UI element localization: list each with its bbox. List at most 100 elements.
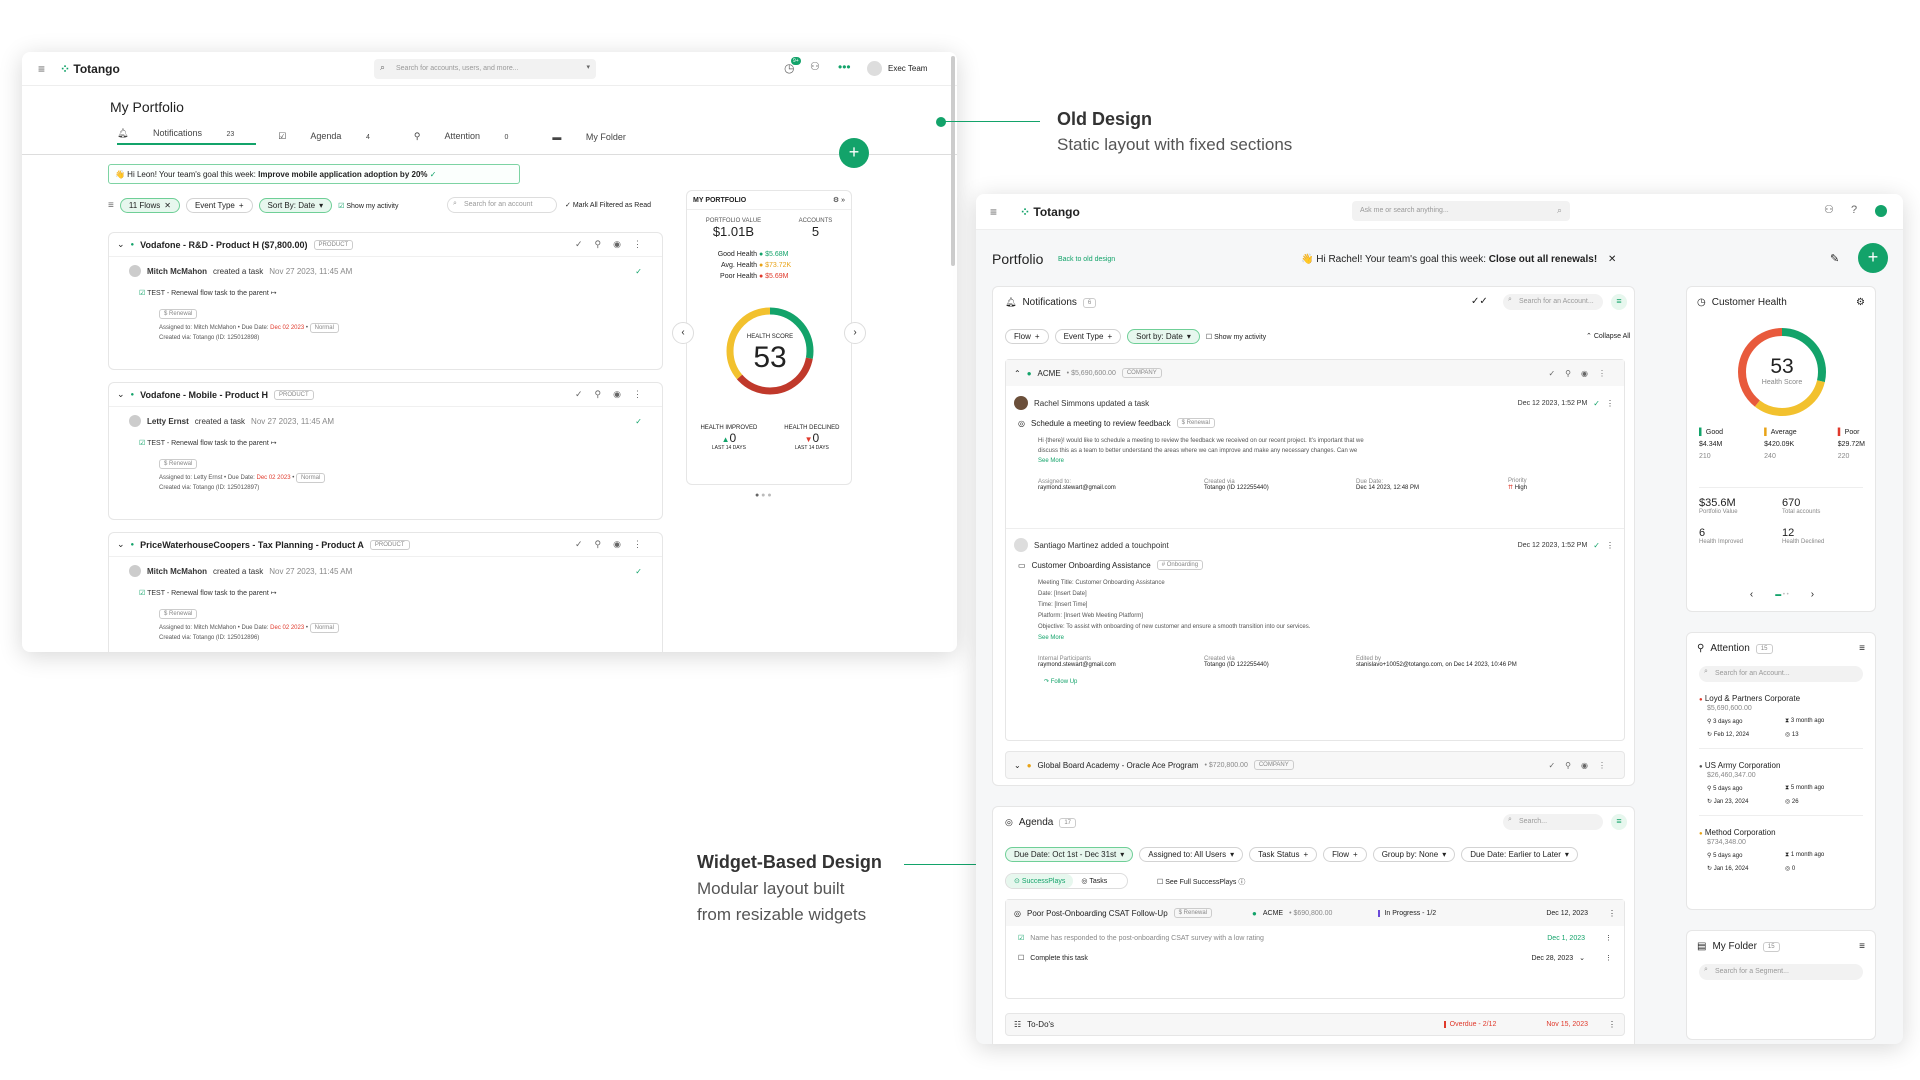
- group-actions[interactable]: ✓⚲◉⋮: [1548, 369, 1616, 378]
- edit-icon[interactable]: ✎: [1830, 252, 1839, 265]
- help-icon[interactable]: ?: [1851, 205, 1857, 216]
- sort-filter[interactable]: Sort By: Date ▾: [258, 198, 333, 213]
- event-type-filter[interactable]: Event Type +: [1054, 329, 1122, 344]
- card-actions[interactable]: ✓⚲◉⋮: [575, 539, 654, 550]
- add-user-icon[interactable]: ⚇: [810, 62, 820, 73]
- settings-icon[interactable]: ⚙: [1856, 297, 1865, 308]
- menu-icon[interactable]: ≡: [990, 206, 997, 218]
- chevron-down-icon[interactable]: ⌄: [1014, 761, 1021, 770]
- collapse-all-button[interactable]: ⌃ Collapse All: [1586, 332, 1630, 340]
- tab-attention[interactable]: ⚲ Attention 0: [414, 131, 531, 142]
- segment-search-input[interactable]: ⌕ Search for a Segment...: [1699, 964, 1863, 980]
- task-status-filter[interactable]: Task Status +: [1249, 847, 1318, 862]
- see-more-link[interactable]: See More: [1038, 633, 1614, 644]
- tasks-tab[interactable]: ◎ Tasks: [1073, 874, 1127, 888]
- global-board-group[interactable]: ⌄ ● Global Board Academy - Oracle Ace Prog…: [1005, 751, 1625, 779]
- checkbox-icon[interactable]: ☐: [1018, 954, 1024, 962]
- successplays-tab[interactable]: ⊙ SuccessPlays: [1006, 874, 1074, 888]
- pager-dots[interactable]: ▬ • •: [1775, 592, 1789, 598]
- event-type-filter[interactable]: Event Type +: [185, 198, 253, 213]
- double-check-icon[interactable]: ✓✓: [1471, 296, 1488, 307]
- card-header[interactable]: ⌄ ● PriceWaterhouseCoopers - Tax Planning …: [109, 533, 662, 557]
- show-activity-checkbox[interactable]: ☑ Show my activity: [338, 202, 398, 210]
- more-icon[interactable]: ⋮: [1608, 909, 1616, 918]
- carousel-dots[interactable]: ● ● ●: [755, 492, 772, 499]
- next-arrow-icon[interactable]: ›: [1811, 589, 1814, 600]
- flow-filter[interactable]: Flow +: [1005, 329, 1049, 344]
- check-icon[interactable]: ✓: [635, 267, 642, 276]
- user-name[interactable]: Exec Team: [888, 64, 927, 73]
- card-actions[interactable]: ✓⚲◉⋮: [575, 239, 654, 250]
- prev-arrow-button[interactable]: ‹: [672, 322, 694, 344]
- chevron-down-icon[interactable]: ⌄: [117, 239, 125, 250]
- checked-checkbox-icon[interactable]: ☑: [1018, 934, 1024, 942]
- card-header[interactable]: ⌄ ● Vodafone - Mobile - Product H PRODUCT ✓⚲…: [109, 383, 662, 407]
- chevron-down-icon[interactable]: ▾: [586, 64, 590, 71]
- filter-icon[interactable]: ≡: [1611, 814, 1627, 830]
- flow-filter[interactable]: Flow +: [1323, 847, 1367, 862]
- avatar[interactable]: [867, 61, 882, 76]
- back-to-old-link[interactable]: Back to old design: [1058, 256, 1115, 263]
- more-icon[interactable]: ⋮: [1605, 934, 1612, 942]
- todo-row[interactable]: ☷ To-Do's Overdue - 2/12 Nov 15, 2023 ⋮: [1005, 1013, 1625, 1036]
- apps-icon[interactable]: •••: [838, 60, 851, 74]
- add-button[interactable]: +: [839, 138, 869, 168]
- sort-filter[interactable]: Due Date: Earlier to Later ▾: [1461, 847, 1578, 862]
- show-activity-checkbox[interactable]: ☐ Show my activity: [1206, 333, 1266, 341]
- check-icon[interactable]: ✓: [635, 567, 642, 576]
- flows-filter[interactable]: 11 Flows ✕: [119, 198, 180, 213]
- chevron-down-icon[interactable]: ⌄: [117, 539, 125, 550]
- profile-icon[interactable]: [1875, 205, 1887, 217]
- tab-agenda[interactable]: ☑ Agenda 4: [278, 131, 392, 142]
- full-successplays-checkbox[interactable]: ☐ See Full SuccessPlays ⓘ: [1157, 877, 1245, 887]
- scrollbar[interactable]: [951, 56, 955, 266]
- assigned-filter[interactable]: Assigned to: All Users ▾: [1139, 847, 1244, 862]
- assigned-text: Assigned to: Mitch McMahon: [159, 625, 237, 631]
- attention-search-input[interactable]: ⌕ Search for an Account...: [1699, 666, 1863, 682]
- prev-arrow-icon[interactable]: ‹: [1750, 589, 1753, 600]
- tab-my-folder[interactable]: ▬ My Folder: [552, 132, 648, 142]
- card-header[interactable]: ⌄ ● Vodafone - R&D - Product H ($7,800.00)…: [109, 233, 662, 257]
- ask-search-input[interactable]: Ask me or search anything... ⌕: [1352, 201, 1570, 221]
- successplay-header[interactable]: ◎ Poor Post-Onboarding CSAT Follow-Up $ Re…: [1006, 900, 1624, 926]
- global-search-input[interactable]: ⌕ Search for accounts, users, and more..…: [374, 59, 596, 79]
- add-button[interactable]: +: [1858, 243, 1888, 273]
- attention-item[interactable]: ● US Army Corporation $26,460,347.00 ⚲ 5 d…: [1699, 761, 1863, 816]
- filter-icon[interactable]: ≡: [1611, 294, 1627, 310]
- attention-item[interactable]: ● Loyd & Partners Corporate $5,690,600.00…: [1699, 694, 1863, 749]
- filter-icon[interactable]: ≡: [1859, 941, 1865, 952]
- see-more-link[interactable]: See More: [1038, 456, 1614, 466]
- agenda-search-input[interactable]: ⌕ Search...: [1503, 814, 1603, 830]
- filter-icon[interactable]: ≡: [108, 200, 114, 211]
- next-arrow-button[interactable]: ›: [844, 322, 866, 344]
- tab-notifications[interactable]: 🔔︎ Notifications 23: [117, 128, 257, 145]
- check-icon[interactable]: ✓: [635, 417, 642, 426]
- settings-icon[interactable]: ⚙ »: [833, 196, 845, 204]
- action-time: Nov 27 2023, 11:45 AM: [269, 566, 353, 576]
- check-icon[interactable]: ✓: [1593, 399, 1600, 408]
- group-by-filter[interactable]: Group by: None ▾: [1372, 847, 1456, 862]
- filter-icon[interactable]: ≡: [1859, 643, 1865, 654]
- card-actions[interactable]: ✓⚲◉⋮: [575, 389, 654, 400]
- check-icon[interactable]: ✓: [1593, 541, 1600, 550]
- more-icon[interactable]: ⋮: [1605, 954, 1612, 962]
- follow-up-button[interactable]: ↷ Follow Up: [1044, 678, 1614, 685]
- add-user-icon[interactable]: ⚇: [1824, 205, 1834, 216]
- attention-item[interactable]: ● Method Corporation $734,348.00 ⚲ 5 days …: [1699, 828, 1863, 882]
- menu-icon[interactable]: ≡: [38, 63, 45, 75]
- close-icon[interactable]: ✕: [1608, 254, 1616, 265]
- chevron-up-icon[interactable]: ⌃: [1014, 369, 1021, 378]
- chevron-down-icon[interactable]: ⌄: [1579, 954, 1585, 962]
- more-icon[interactable]: ⋮: [1608, 1020, 1616, 1029]
- due-date-filter[interactable]: Due Date: Oct 1st - Dec 31st ▾: [1005, 847, 1134, 862]
- group-header[interactable]: ⌃ ● ACME • $5,690,600.00 COMPANY ✓⚲◉⋮: [1006, 360, 1624, 386]
- sort-filter[interactable]: Sort by: Date ▾: [1127, 329, 1200, 344]
- more-icon[interactable]: ⋮: [1606, 399, 1614, 408]
- chevron-down-icon[interactable]: ⌄: [117, 389, 125, 400]
- mark-all-read-button[interactable]: ✓ Mark All Filtered as Read: [565, 201, 651, 209]
- renew-icon: ↻: [1707, 732, 1713, 738]
- account-search-input[interactable]: ⌕ Search for an account: [447, 197, 557, 213]
- group-actions[interactable]: ✓⚲◉⋮: [1548, 761, 1616, 770]
- more-icon[interactable]: ⋮: [1606, 541, 1614, 550]
- account-search-input[interactable]: ⌕ Search for an Account...: [1503, 294, 1603, 310]
